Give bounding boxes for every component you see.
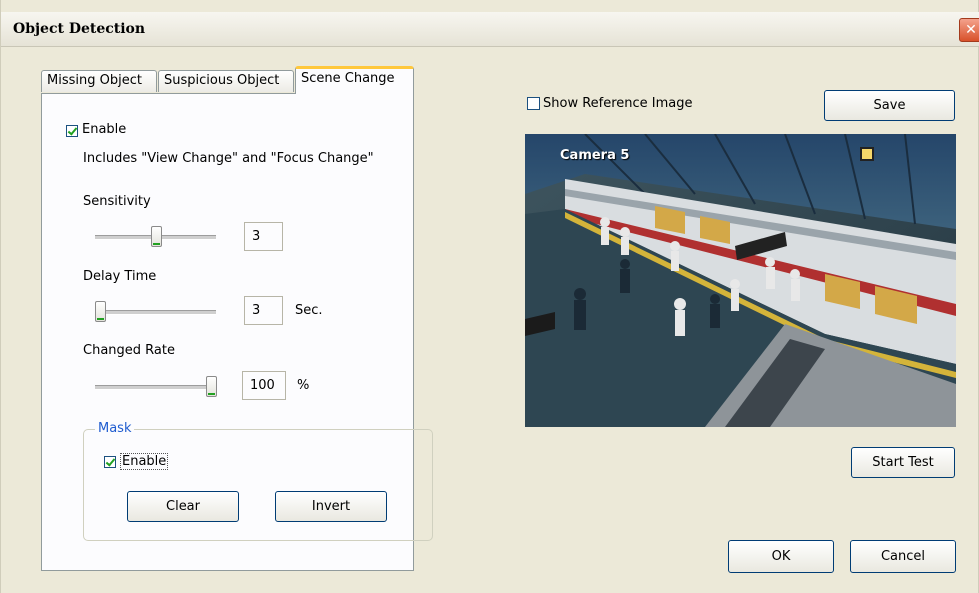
changed-rate-value: 100 <box>242 371 286 400</box>
enable-checkbox[interactable] <box>66 125 78 137</box>
scene-change-description: Includes "View Change" and "Focus Change… <box>83 151 374 166</box>
tab-suspicious-object[interactable]: Suspicious Object <box>158 70 294 92</box>
camera-preview[interactable]: Camera 5 <box>525 134 956 427</box>
changed-rate-unit: % <box>297 378 310 393</box>
delay-time-slider-thumb[interactable] <box>95 301 106 322</box>
tab-label: Missing Object <box>47 73 142 88</box>
mask-legend: Mask <box>95 421 135 436</box>
cancel-button-label: Cancel <box>880 549 926 564</box>
mask-groupbox <box>83 429 433 541</box>
ok-button-label: OK <box>771 549 791 564</box>
sensitivity-value: 3 <box>244 222 283 251</box>
delay-time-value-text: 3 <box>252 303 261 318</box>
delay-time-value: 3 <box>244 296 283 325</box>
delay-time-unit: Sec. <box>295 303 323 318</box>
camera-label: Camera 5 <box>560 148 630 163</box>
tab-label: Scene Change <box>301 71 395 86</box>
close-icon: ✕ <box>965 22 977 38</box>
invert-button-label: Invert <box>311 499 351 514</box>
delay-time-slider-track[interactable] <box>95 310 216 315</box>
sensitivity-slider-thumb[interactable] <box>151 226 162 247</box>
clear-button[interactable]: Clear <box>127 491 239 522</box>
tab-scene-change[interactable]: Scene Change <box>295 66 414 94</box>
sensitivity-value-text: 3 <box>252 229 261 244</box>
start-test-button[interactable]: Start Test <box>851 447 955 478</box>
object-detection-dialog: Object Detection ✕ Missing Object Suspic… <box>0 0 979 593</box>
ok-button[interactable]: OK <box>728 540 834 573</box>
enable-label: Enable <box>82 122 127 137</box>
save-button[interactable]: Save <box>824 90 955 121</box>
cancel-button[interactable]: Cancel <box>850 540 956 573</box>
changed-rate-slider-thumb[interactable] <box>206 376 217 397</box>
invert-button[interactable]: Invert <box>275 491 387 522</box>
mask-enable-checkbox[interactable] <box>104 456 116 468</box>
clear-button-label: Clear <box>166 499 200 514</box>
show-reference-label: Show Reference Image <box>543 96 693 111</box>
changed-rate-label: Changed Rate <box>83 343 175 358</box>
changed-rate-slider-track[interactable] <box>95 385 216 390</box>
tab-label: Suspicious Object <box>164 73 280 88</box>
camera-status-icon <box>860 147 874 161</box>
start-test-button-label: Start Test <box>872 455 934 470</box>
window-title: Object Detection <box>13 21 146 37</box>
title-bar: Object Detection ✕ <box>1 12 979 47</box>
sensitivity-label: Sensitivity <box>83 194 151 209</box>
delay-time-label: Delay Time <box>83 269 157 284</box>
tab-missing-object[interactable]: Missing Object <box>41 70 157 92</box>
save-button-label: Save <box>873 98 906 113</box>
camera-scene-image <box>525 134 956 427</box>
close-button[interactable]: ✕ <box>959 18 979 42</box>
show-reference-checkbox[interactable] <box>527 97 540 110</box>
changed-rate-value-text: 100 <box>250 378 275 393</box>
mask-enable-label: Enable <box>120 453 169 470</box>
